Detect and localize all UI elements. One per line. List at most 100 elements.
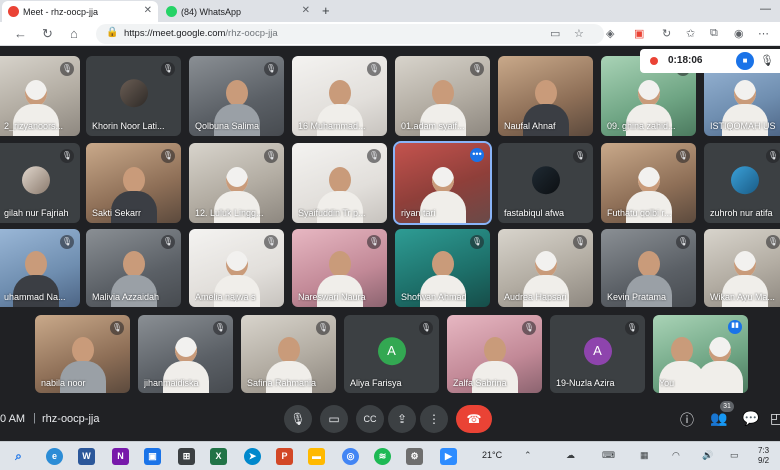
menu-dots-icon[interactable]: ⋯ [758, 27, 769, 40]
participant-tile[interactable]: 🎙 zuhroh nur atifa [704, 143, 780, 223]
collections-icon[interactable]: ⧉ [710, 27, 718, 40]
participant-tile[interactable]: A 🎙 Aliya Farisya [344, 315, 439, 393]
participant-tile[interactable]: 🎙 Nareswari Naura [292, 229, 387, 307]
powerpoint-icon[interactable]: P [276, 448, 293, 465]
mic-muted-icon: 🎙 [316, 321, 330, 335]
leave-call-button[interactable]: ☎ [456, 405, 492, 433]
participant-tile[interactable]: 🎙 uhammad Na... [0, 229, 80, 307]
people-icon[interactable]: 👥 [710, 410, 727, 427]
battery-icon[interactable]: ▭ [730, 450, 739, 461]
mic-muted-icon: 🎙 [60, 62, 74, 76]
participant-tile[interactable]: 🎙 nabila noor [35, 315, 130, 393]
stop-recording-button[interactable]: ■ [736, 52, 754, 70]
participant-tile[interactable]: 🎙 2_rizyanoors... [0, 56, 80, 136]
captions-button[interactable]: CC [356, 405, 384, 433]
participant-tile[interactable]: 🎙 Audrea Hapsari [498, 229, 593, 307]
url-text[interactable]: https://meet.google.com/rhz-oocp-jja [124, 28, 278, 39]
app-icon[interactable]: ▣ [144, 448, 161, 465]
participant-tile[interactable]: 🎙 fastabiqul afwa [498, 143, 593, 223]
participant-tile-active[interactable]: ••• riyan tari [393, 141, 492, 225]
chevron-up-icon[interactable]: ⌃ [524, 450, 532, 461]
participant-tile[interactable]: 🎙 01.adam syaif... [395, 56, 490, 136]
avatar [731, 166, 759, 195]
microphone-button[interactable]: 🎙 [284, 405, 312, 433]
new-tab-plus-icon[interactable]: + [322, 3, 330, 18]
language-icon[interactable]: ⌨ [602, 450, 615, 461]
mic-muted-icon: 🎙 [676, 235, 690, 249]
participant-tile[interactable]: 🎙 12. Luluk Lingg... [189, 143, 284, 223]
participant-name: Safina Rahmania [247, 378, 317, 388]
favorites-icon[interactable]: ✩ [686, 27, 695, 40]
profile-icon[interactable]: ◉ [734, 27, 744, 40]
weather-temperature[interactable]: 21°C [482, 450, 502, 460]
participant-tile[interactable]: 🎙 Safina Rahmania [241, 315, 336, 393]
audio-level-icon: ▮▮ [728, 320, 742, 334]
wifi-icon[interactable]: ◠ [672, 450, 680, 461]
extension-red-icon[interactable]: ▣ [634, 27, 644, 40]
minimize-icon[interactable]: — [760, 3, 771, 15]
word-icon[interactable]: W [78, 448, 95, 465]
participant-tile[interactable]: 🎙 Qolbuna Salima [189, 56, 284, 136]
more-options-button[interactable]: ⋮ [420, 405, 448, 433]
tab-meet[interactable]: Meet - rhz-oocp-jja ✕ [2, 1, 158, 22]
camera-in-use-icon[interactable]: ▭ [550, 27, 560, 40]
chat-icon[interactable]: 💬 [742, 410, 759, 427]
back-arrow-icon[interactable]: ← [14, 26, 27, 42]
extension-icon[interactable]: ◈ [606, 27, 614, 40]
participant-tile[interactable]: 🎙 Amelia najwa s [189, 229, 284, 307]
cloud-icon[interactable]: ☁ [566, 450, 575, 461]
network-icon[interactable]: ▦ [640, 450, 649, 461]
participant-tile[interactable]: 🎙 Malivia Azzaidah [86, 229, 181, 307]
avatar: A [583, 337, 612, 366]
meeting-details-icon[interactable]: ⓘ [680, 410, 694, 430]
participant-tile[interactable]: 🎙 jihanmaidiska [138, 315, 233, 393]
folder-icon[interactable]: ▬ [308, 448, 325, 465]
zoom-icon[interactable]: ▶ [440, 448, 457, 465]
excel-icon[interactable]: X [210, 448, 227, 465]
volume-icon[interactable]: 🔊 [702, 450, 713, 461]
mic-off-icon[interactable]: 🎙 [760, 54, 774, 67]
participant-tile[interactable]: 🎙 Wikan Ayu Ma... [704, 229, 780, 307]
spotify-icon[interactable]: ≋ [374, 448, 391, 465]
self-view-tile[interactable]: ▮▮ You [653, 315, 748, 393]
participant-tile[interactable]: 🎙 Sakti Sekarr [86, 143, 181, 223]
mic-muted-icon: 🎙 [367, 62, 381, 76]
participant-tile[interactable]: 🎙 Kevin Pratama [601, 229, 696, 307]
telegram-icon[interactable]: ➤ [244, 448, 261, 465]
participant-name: Futhatu qolbi r... [607, 208, 672, 218]
participant-name: jihanmaidiska [144, 378, 199, 388]
refresh-extension-icon[interactable]: ↻ [662, 27, 671, 40]
camera-button[interactable]: ▭ [320, 405, 348, 433]
lock-icon[interactable]: 🔒 [106, 27, 118, 38]
participant-name: 12. Luluk Lingg... [195, 208, 264, 218]
participant-tile[interactable]: 🎙 16 Muhammad... [292, 56, 387, 136]
chrome-icon[interactable]: ◎ [342, 448, 359, 465]
participant-tile[interactable]: 🎙 Zalfa Sabrina [447, 315, 542, 393]
favorite-star-icon[interactable]: ☆ [574, 27, 584, 40]
participant-tile[interactable]: 🎙 Futhatu qolbi r... [601, 143, 696, 223]
close-icon[interactable]: ✕ [302, 5, 310, 16]
home-icon[interactable]: ⌂ [70, 26, 78, 42]
reload-icon[interactable]: ↻ [42, 26, 53, 42]
tab-whatsapp[interactable]: (84) WhatsApp ✕ [160, 1, 316, 22]
participant-tile[interactable]: 🎙 Syaifuddin Tr p... [292, 143, 387, 223]
participant-tile[interactable]: Naufal Ahnaf [498, 56, 593, 136]
settings-icon[interactable]: ⚙ [406, 448, 423, 465]
edge-icon[interactable]: e [46, 448, 63, 465]
onenote-icon[interactable]: N [112, 448, 129, 465]
start-search-icon[interactable]: ⌕ [10, 448, 27, 465]
store-icon[interactable]: ⊞ [178, 448, 195, 465]
participant-tile[interactable]: 🎙 Khorin Noor Lati... [86, 56, 181, 136]
meeting-clock: 0 AM [0, 413, 26, 425]
more-options-icon[interactable]: ••• [470, 148, 484, 162]
participant-tile[interactable]: 🎙 Shofwan Ahmad [395, 229, 490, 307]
participant-name: Qolbuna Salima [195, 121, 260, 131]
close-icon[interactable]: ✕ [144, 5, 152, 16]
address-bar[interactable]: 🔒 https://meet.google.com/rhz-oocp-jja [96, 24, 604, 44]
participant-tile[interactable]: 🎙 gilah nur Fajriah [0, 143, 80, 223]
participant-name: fastabiqul afwa [504, 208, 565, 218]
present-screen-button[interactable]: ⇪ [388, 405, 416, 433]
participant-tile[interactable]: A 🎙 19-Nuzla Azira [550, 315, 645, 393]
system-clock[interactable]: 7:3 9/2 [758, 446, 769, 466]
activities-icon[interactable]: ◰ [770, 410, 780, 427]
